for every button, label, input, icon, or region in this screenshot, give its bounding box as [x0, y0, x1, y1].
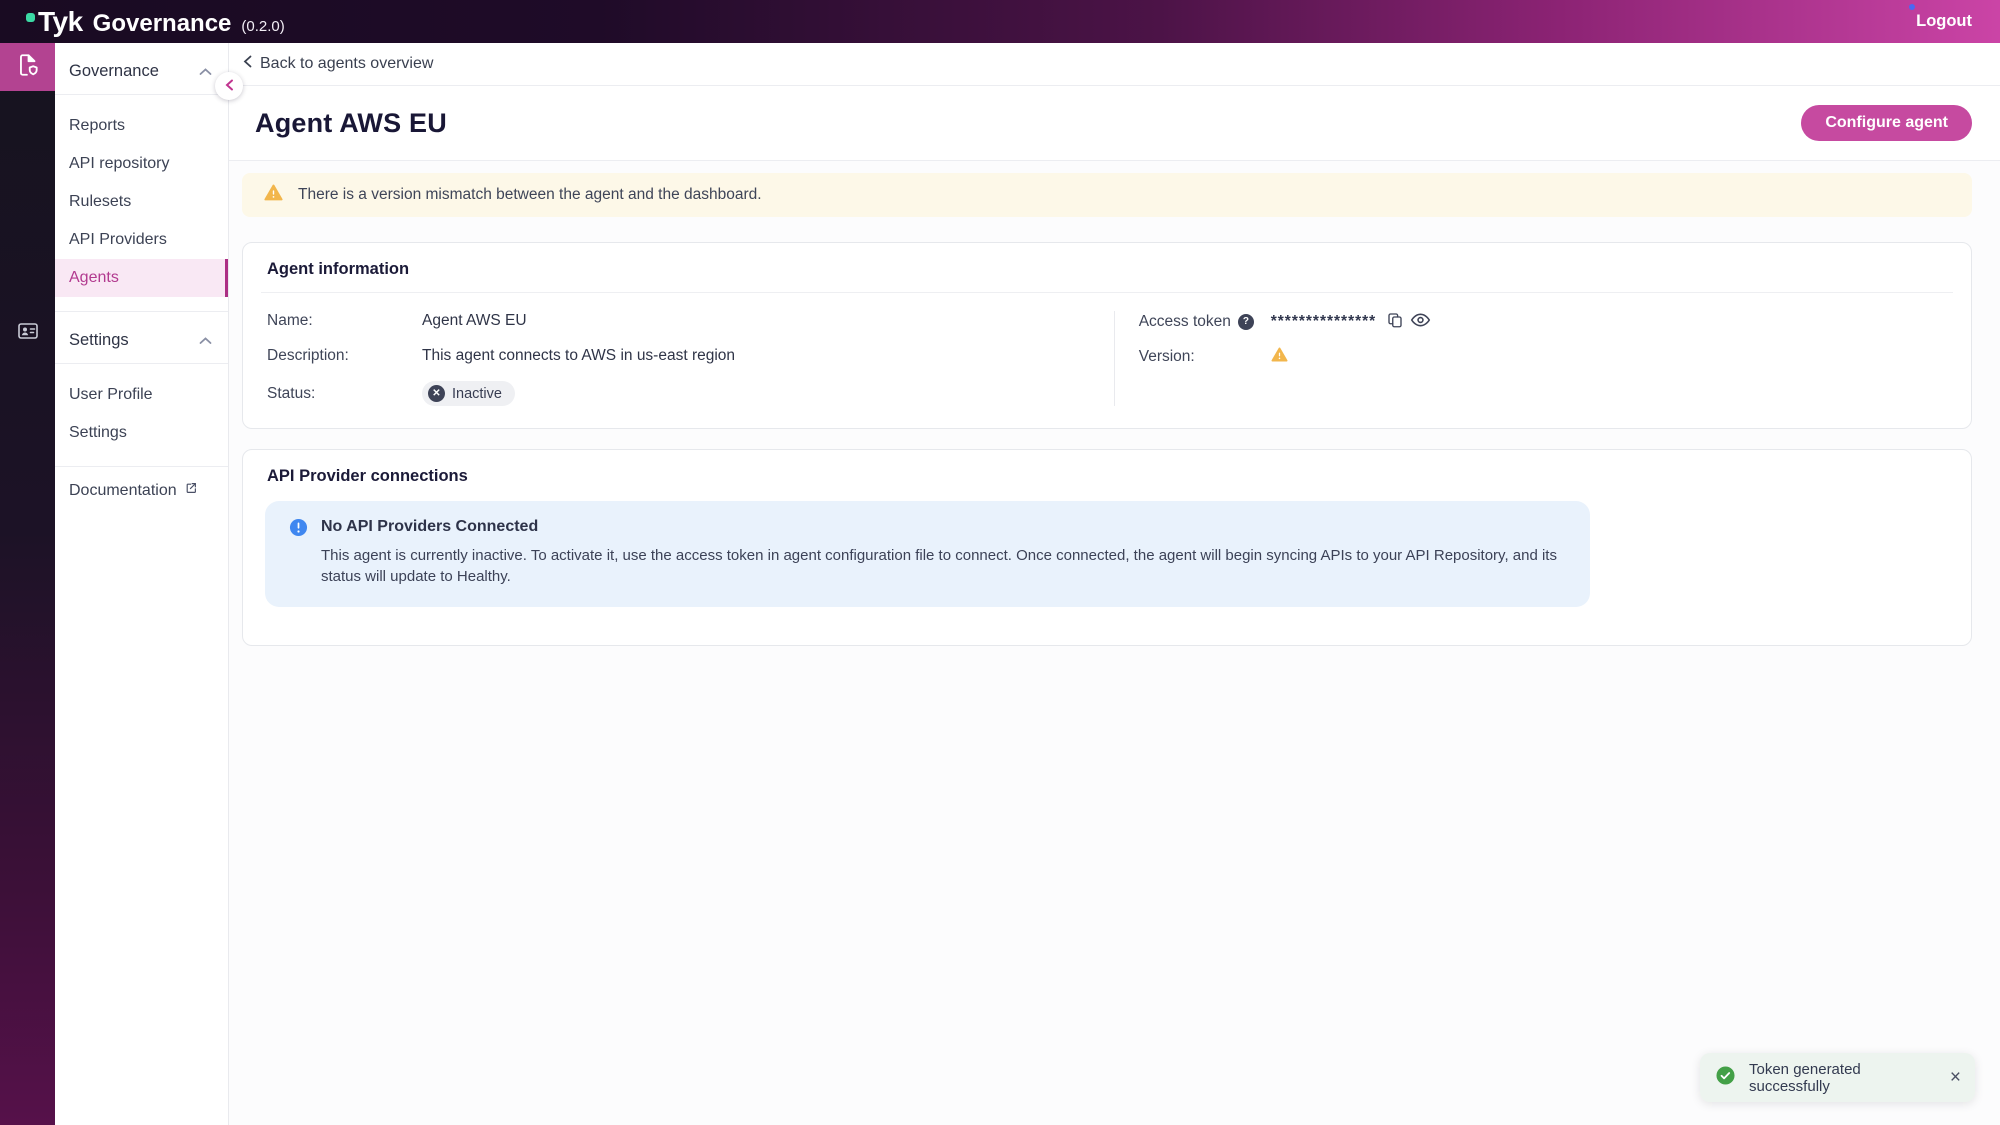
chevron-left-icon [225, 79, 234, 94]
sidebar-section-governance[interactable]: Governance [55, 43, 228, 94]
toast-message: Token generated successfully [1749, 1061, 1936, 1095]
agent-info-right-column: Access token ? *************** [1114, 311, 1947, 406]
sidebar-item-agents[interactable]: Agents [55, 259, 228, 297]
main-content: Back to agents overview Agent AWS EU Con… [229, 43, 2000, 1125]
back-link-label: Back to agents overview [260, 55, 433, 73]
sidebar-item-label: Documentation [69, 482, 177, 500]
name-label: Name: [267, 312, 422, 330]
banner-message: There is a version mismatch between the … [298, 186, 762, 204]
rail-item-profile[interactable] [0, 309, 55, 357]
version-row: Version: [1139, 347, 1947, 367]
copy-token-button[interactable] [1386, 311, 1404, 332]
chevron-up-icon [199, 331, 212, 350]
inactive-status-icon: ✕ [428, 385, 445, 402]
help-icon[interactable]: ? [1238, 314, 1254, 330]
status-badge: ✕ Inactive [422, 381, 515, 406]
info-box-message: This agent is currently inactive. To act… [321, 545, 1566, 587]
warning-icon [264, 184, 283, 206]
eye-icon [1410, 312, 1431, 331]
description-label: Description: [267, 347, 422, 365]
chevron-left-icon [243, 55, 252, 73]
card-heading: API Provider connections [243, 450, 1971, 499]
copy-icon [1386, 311, 1404, 332]
tyk-logo: Tyk Governance (0.2.0) [26, 6, 285, 38]
sidebar-item-rulesets[interactable]: Rulesets [55, 183, 228, 221]
no-providers-info-box: No API Providers Connected This agent is… [265, 501, 1590, 607]
masked-token: *************** [1271, 313, 1376, 331]
api-provider-connections-card: API Provider connections No API Provider… [242, 449, 1972, 646]
product-name: Governance [93, 10, 232, 38]
app-root: Tyk Governance (0.2.0) Logout [0, 0, 2000, 1125]
access-token-row: Access token ? *************** [1139, 311, 1947, 332]
agent-info-grid: Name: Agent AWS EU Description: This age… [243, 293, 1971, 428]
logout-button[interactable]: Logout [1916, 12, 1972, 31]
sidebar-collapse-button[interactable] [215, 72, 243, 100]
sidebar-item-reports[interactable]: Reports [55, 107, 228, 145]
version-mismatch-banner: There is a version mismatch between the … [242, 173, 1972, 217]
external-link-icon [184, 481, 198, 500]
status-label: Status: [267, 385, 422, 403]
status-row: Status: ✕ Inactive [267, 381, 1114, 406]
sidebar-item-settings[interactable]: Settings [55, 414, 228, 452]
description-row: Description: This agent connects to AWS … [267, 346, 1114, 366]
tyk-logo-dot-icon [26, 13, 35, 22]
agent-information-card: Agent information Name: Agent AWS EU Des… [242, 242, 1972, 429]
chevron-up-icon [199, 62, 212, 81]
sidebar-section-label: Settings [69, 331, 129, 350]
brand-name: Tyk [38, 6, 83, 38]
settings-nav-list: User Profile Settings [55, 364, 228, 466]
access-token-label-text: Access token [1139, 313, 1231, 331]
sidebar-item-user-profile[interactable]: User Profile [55, 376, 228, 414]
sidebar-item-api-providers[interactable]: API Providers [55, 221, 228, 259]
agent-info-left-column: Name: Agent AWS EU Description: This age… [267, 311, 1114, 406]
configure-agent-button[interactable]: Configure agent [1801, 105, 1972, 141]
sidebar-item-api-repository[interactable]: API repository [55, 145, 228, 183]
toast-close-button[interactable]: × [1950, 1068, 1961, 1087]
document-shield-icon [15, 52, 41, 83]
success-check-icon [1716, 1066, 1735, 1089]
back-link[interactable]: Back to agents overview [243, 55, 433, 73]
sidebar: Governance Reports API repository Rulese… [55, 43, 229, 1125]
page-content: There is a version mismatch between the … [229, 161, 2000, 646]
version-label: Version: [1139, 348, 1271, 366]
top-bar: Tyk Governance (0.2.0) Logout [0, 0, 2000, 43]
sidebar-section-settings[interactable]: Settings [55, 312, 228, 363]
title-bar: Agent AWS EU Configure agent [229, 86, 2000, 161]
back-bar: Back to agents overview [229, 43, 2000, 86]
name-value: Agent AWS EU [422, 312, 527, 330]
access-token-label: Access token ? [1139, 313, 1271, 331]
icon-rail [0, 43, 55, 1125]
sidebar-item-documentation[interactable]: Documentation [55, 467, 228, 510]
rail-item-governance[interactable] [0, 43, 55, 91]
version-warning [1271, 347, 1288, 367]
info-box-title: No API Providers Connected [321, 518, 1566, 536]
layout-shell: Governance Reports API repository Rulese… [0, 43, 2000, 1125]
sidebar-section-label: Governance [69, 62, 159, 81]
governance-nav-list: Reports API repository Rulesets API Prov… [55, 95, 228, 311]
warning-icon [1271, 347, 1288, 367]
description-value: This agent connects to AWS in us-east re… [422, 347, 735, 365]
card-heading: Agent information [243, 243, 1971, 292]
access-token-value: *************** [1271, 311, 1431, 332]
notification-dot [1909, 4, 1915, 10]
app-version: (0.2.0) [241, 18, 284, 35]
name-row: Name: Agent AWS EU [267, 311, 1114, 331]
reveal-token-button[interactable] [1410, 312, 1431, 331]
info-box-body: No API Providers Connected This agent is… [321, 518, 1566, 587]
status-badge-label: Inactive [452, 386, 502, 402]
toast-notification: Token generated successfully × [1700, 1053, 1975, 1102]
page-title: Agent AWS EU [255, 108, 447, 139]
contact-card-icon [16, 319, 40, 348]
info-icon [289, 518, 308, 542]
